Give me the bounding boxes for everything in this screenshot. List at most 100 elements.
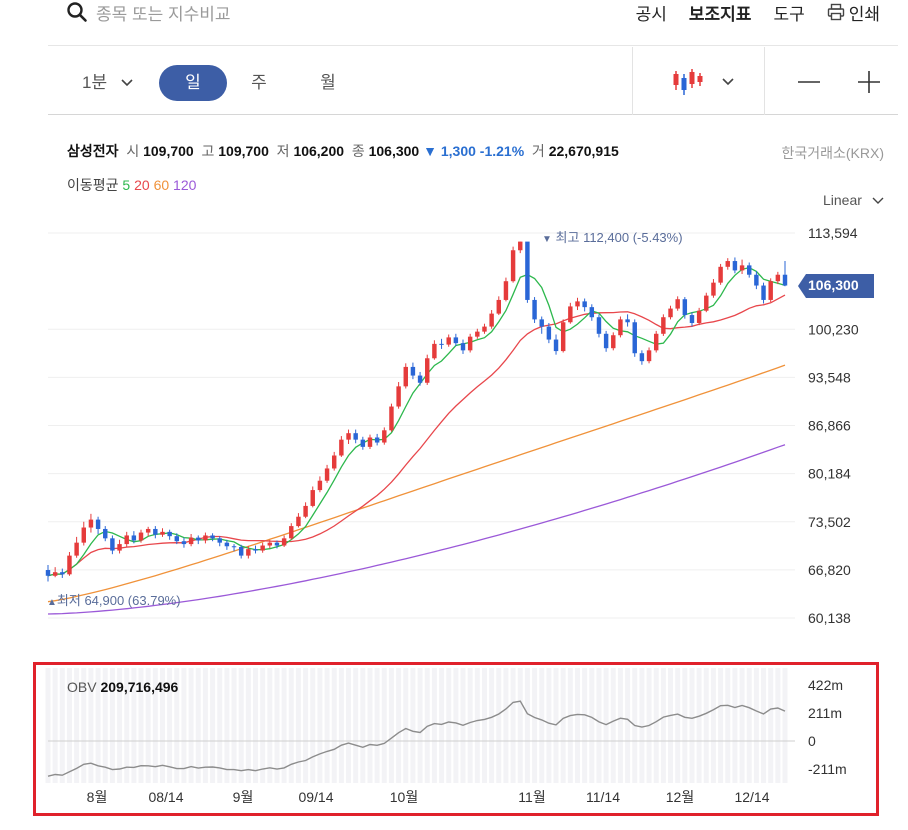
volume-label: 거 bbox=[531, 143, 545, 159]
high-marker-text: 최고 112,400 (-5.43%) bbox=[555, 230, 683, 245]
candle-body bbox=[446, 337, 451, 345]
candle-body bbox=[260, 545, 265, 551]
candle-body bbox=[353, 433, 358, 440]
candle-body bbox=[639, 353, 645, 362]
candle-body bbox=[382, 430, 387, 443]
low-marker: ▲최저 64,900 (63.79%) bbox=[47, 593, 181, 608]
y-tick-label: 80,184 bbox=[808, 466, 851, 482]
moving-average-legend: 이동평균 5 20 60 120 bbox=[67, 175, 196, 195]
candle-body bbox=[432, 343, 437, 359]
period-day-tab[interactable]: 일 bbox=[159, 65, 227, 101]
chart-type-dropdown[interactable] bbox=[672, 67, 752, 97]
candle-body bbox=[525, 241, 530, 300]
candle-body bbox=[503, 281, 509, 300]
candle-body bbox=[360, 439, 366, 447]
candle-body bbox=[482, 326, 487, 332]
candle-body bbox=[768, 281, 773, 300]
candle-body bbox=[439, 343, 444, 345]
candle-body bbox=[274, 542, 280, 546]
print-label: 인쇄 bbox=[848, 4, 880, 24]
candle-body bbox=[711, 282, 716, 296]
low-value: 106,200 bbox=[293, 143, 345, 159]
zoom-out-button[interactable] bbox=[796, 67, 822, 97]
scale-dropdown[interactable]: Linear bbox=[823, 192, 884, 208]
obv-value: 209,716,496 bbox=[100, 679, 179, 695]
candle-body bbox=[460, 343, 466, 351]
indicators-menu[interactable]: 보조지표 bbox=[689, 0, 752, 25]
candle-body bbox=[339, 439, 344, 456]
candle-body bbox=[661, 317, 666, 334]
search-box[interactable]: 종목 또는 지수비교 bbox=[66, 0, 231, 24]
ma-120-line bbox=[47, 444, 786, 615]
top-menu: 공시 보조지표 도구 인쇄 bbox=[636, 0, 880, 24]
candle-body bbox=[167, 531, 172, 537]
candle-body bbox=[74, 542, 79, 556]
candle-body bbox=[60, 572, 65, 575]
divider bbox=[632, 47, 633, 115]
candle-body bbox=[153, 528, 158, 535]
candle-body bbox=[739, 265, 745, 271]
candle-body bbox=[374, 437, 380, 443]
candle-body bbox=[575, 301, 580, 307]
y-tick-label: 86,866 bbox=[808, 418, 851, 434]
candle-body bbox=[518, 241, 523, 251]
y-tick-label: 73,502 bbox=[808, 514, 851, 530]
disclosure-menu[interactable]: 공시 bbox=[636, 0, 667, 25]
candle-body bbox=[317, 480, 323, 491]
zoom-in-button[interactable] bbox=[856, 67, 882, 97]
candle-body bbox=[546, 326, 552, 340]
candle-body bbox=[718, 266, 723, 283]
candle-body bbox=[496, 299, 502, 314]
period-month-tab[interactable]: 월 bbox=[313, 65, 343, 101]
candle-body bbox=[124, 535, 129, 545]
y-tick-label: 113,594 bbox=[808, 225, 858, 241]
candle-body bbox=[560, 322, 566, 352]
candle-body bbox=[453, 337, 459, 344]
candle-body bbox=[510, 250, 516, 282]
candle-body bbox=[396, 386, 401, 407]
candle-body bbox=[131, 535, 137, 541]
candle-body bbox=[467, 336, 473, 351]
open-value: 109,700 bbox=[143, 143, 194, 159]
chevron-down-icon bbox=[872, 197, 884, 204]
high-marker: ▼ 최고 112,400 (-5.43%) bbox=[542, 230, 683, 245]
candle-body bbox=[210, 535, 215, 539]
scale-label: Linear bbox=[823, 192, 862, 208]
obv-name: OBV bbox=[67, 679, 97, 695]
candle-body bbox=[389, 406, 394, 431]
candle-body bbox=[81, 527, 86, 543]
print-button[interactable]: 인쇄 bbox=[827, 0, 880, 25]
period-week-tab[interactable]: 주 bbox=[244, 65, 274, 101]
candle-body bbox=[324, 468, 330, 481]
volume-value: 22,670,915 bbox=[548, 143, 619, 159]
candle-body bbox=[653, 333, 659, 351]
candle-body bbox=[532, 299, 537, 320]
period-minute-dropdown[interactable]: 1분 bbox=[82, 65, 152, 101]
ma-5-line bbox=[47, 267, 786, 577]
plus-icon bbox=[858, 71, 880, 93]
ma-60: 60 bbox=[153, 177, 170, 193]
chevron-down-icon bbox=[722, 78, 734, 86]
tools-menu[interactable]: 도구 bbox=[773, 0, 804, 25]
change-percent: -1.21% bbox=[479, 143, 525, 159]
candle-body bbox=[754, 274, 759, 286]
high-value: 109,700 bbox=[218, 143, 269, 159]
candle-body bbox=[196, 537, 201, 541]
candle-body bbox=[145, 528, 151, 533]
candle-body bbox=[103, 528, 108, 539]
ma-20: 20 bbox=[134, 177, 150, 193]
candle-body bbox=[188, 537, 194, 545]
candle-body bbox=[138, 532, 144, 541]
search-placeholder: 종목 또는 지수비교 bbox=[96, 4, 231, 24]
divider bbox=[764, 47, 765, 115]
candle-body bbox=[596, 317, 602, 334]
candle-body bbox=[67, 555, 72, 575]
candle-body bbox=[217, 538, 222, 543]
ma-120: 120 bbox=[173, 177, 197, 193]
exchange-label: 한국거래소(KRX) bbox=[781, 145, 884, 161]
candle-body bbox=[281, 538, 287, 546]
y-tick-label: 100,230 bbox=[808, 321, 859, 337]
candle-body bbox=[732, 261, 738, 271]
price-chart[interactable]: 113,594 100,230 93,548 86,866 80,184 73,502 66… bbox=[0, 215, 908, 655]
low-label: 저 bbox=[276, 143, 290, 159]
